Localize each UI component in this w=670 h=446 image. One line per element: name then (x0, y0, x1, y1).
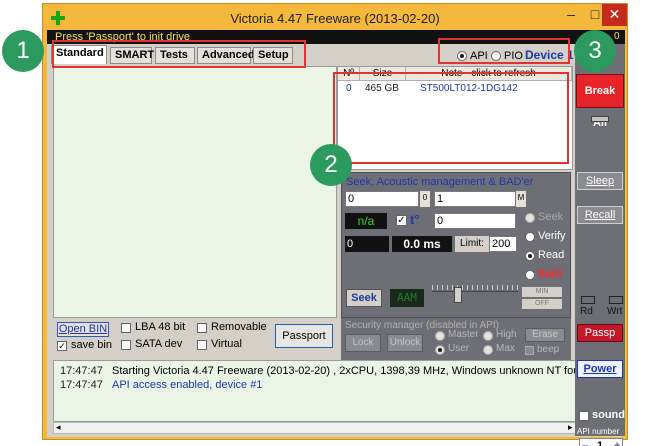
write-indicator (609, 296, 623, 304)
callout-badge-3: 3 (574, 30, 616, 72)
passport-button[interactable]: Passport (275, 324, 333, 348)
temperature-label: t° (410, 212, 420, 227)
beep-checkbox[interactable] (525, 346, 534, 355)
read-indicator (581, 296, 595, 304)
unlock-button[interactable]: Unlock (387, 334, 423, 352)
highlight-tabs-box (52, 40, 306, 68)
activity-indicator (591, 116, 609, 122)
aam-min-button[interactable]: MIN (522, 287, 562, 297)
seek-button[interactable]: Seek (346, 289, 382, 307)
highlight-drive-box (333, 72, 569, 164)
seek-value-input[interactable]: 0 (434, 213, 516, 229)
window-title: Victoria 4.47 Freeware (2013-02-20) (230, 11, 440, 26)
seek-from-zero-button[interactable]: 0 (420, 191, 430, 207)
aam-slider-track[interactable] (432, 291, 518, 299)
passp-button[interactable]: Passp (577, 324, 623, 342)
aam-slider-thumb[interactable] (454, 287, 462, 303)
lba-display: 0 (345, 236, 389, 252)
mode-seek-label: Seek (538, 211, 564, 223)
aam-slider-ticks (432, 285, 518, 290)
master-radio[interactable] (435, 331, 445, 341)
api-number-decrement[interactable]: – (582, 439, 588, 446)
log-panel[interactable]: 17:47:47 Starting Victoria 4.47 Freeware… (53, 360, 595, 422)
sleep-button[interactable]: Sleep (577, 172, 623, 190)
sata-dev-checkbox[interactable] (121, 340, 131, 350)
lba48-checkbox[interactable] (121, 323, 131, 333)
mode-verify-label: Verify (538, 230, 566, 242)
api-number-label: API number (577, 427, 620, 436)
callout-badge-2: 2 (310, 144, 352, 186)
log-horizontal-scrollbar[interactable]: ◂ ▸ (53, 422, 579, 434)
mode-verify-radio[interactable] (525, 232, 535, 242)
highlight-device-box (438, 38, 570, 64)
virtual-label: Virtual (211, 338, 242, 350)
seek-group: Seek, Acoustic management & BAD'er 0 0 1… (341, 172, 571, 318)
max-label: Max (496, 343, 515, 354)
open-bin-button[interactable]: Open BIN (57, 322, 109, 337)
mode-bad-radio[interactable] (525, 270, 535, 280)
log-time: 17:47:47 (60, 365, 103, 377)
user-radio[interactable] (435, 345, 445, 355)
scroll-left-arrow-icon[interactable]: ◂ (56, 422, 61, 433)
log-message: Starting Victoria 4.47 Freeware (2013-02… (112, 365, 595, 377)
aam-display: AAM (390, 289, 424, 307)
lock-button[interactable]: Lock (345, 334, 381, 352)
right-control-panel: Break All Sleep Recall Rd Wrt Passp Powe… (575, 44, 625, 446)
power-button[interactable]: Power (577, 360, 623, 378)
lba48-label: LBA 48 bit (135, 321, 186, 333)
api-number-value[interactable]: 1 (597, 439, 603, 446)
seek-to-max-button[interactable]: M (516, 191, 526, 207)
temperature-checkbox[interactable]: ✓ (396, 215, 407, 226)
user-label: User (448, 343, 470, 354)
recall-button[interactable]: Recall (577, 206, 623, 224)
security-manager-group: Security manager (disabled in API) Lock … (341, 318, 571, 360)
write-label: Wrt (607, 306, 623, 317)
log-message: API access enabled, device #1 (112, 379, 263, 391)
seek-group-title: Seek, Acoustic management & BAD'er (346, 176, 534, 188)
mode-read-radio[interactable] (525, 251, 535, 261)
save-bin-label: save bin (71, 339, 112, 351)
master-label: Master (448, 329, 479, 340)
seek-from-input[interactable]: 0 (345, 191, 419, 207)
beep-label: beep (537, 344, 560, 355)
drive-map-area (53, 66, 337, 318)
aam-off-button[interactable]: OFF (522, 299, 562, 309)
status-right-value: 0 (614, 31, 620, 42)
limit-label: Limit: (455, 236, 489, 252)
mode-bad-label: Bad! (538, 268, 563, 280)
mode-read-label: Read (538, 249, 565, 261)
sata-dev-label: SATA dev (135, 338, 183, 350)
erase-button[interactable]: Erase (525, 328, 565, 342)
callout-badge-1: 1 (2, 30, 44, 72)
removable-label: Removable (211, 321, 267, 333)
limit-input[interactable]: 200 (489, 236, 517, 252)
api-number-stepper[interactable]: – 1 + (579, 438, 623, 446)
break-all-button[interactable]: Break All (576, 74, 624, 129)
sound-checkbox[interactable] (579, 411, 589, 421)
access-time-display: 0.0 ms (392, 236, 452, 252)
temperature-display: n/a (345, 213, 387, 229)
sound-label: sound (592, 409, 625, 421)
high-label: High (496, 329, 517, 340)
virtual-checkbox[interactable] (197, 340, 207, 350)
close-button[interactable]: ✕ (602, 4, 627, 26)
title-bar[interactable]: Victoria 4.47 Freeware (2013-02-20) – □ … (43, 4, 627, 32)
scroll-right-arrow-icon[interactable]: ▸ (568, 422, 573, 433)
mode-seek-radio[interactable] (525, 213, 535, 223)
api-number-increment[interactable]: + (614, 439, 620, 446)
seek-to-input[interactable]: 1 (434, 191, 516, 207)
log-time: 17:47:47 (60, 379, 103, 391)
removable-checkbox[interactable] (197, 323, 207, 333)
read-label: Rd (580, 306, 593, 317)
max-radio[interactable] (483, 345, 493, 355)
app-window: Victoria 4.47 Freeware (2013-02-20) – □ … (42, 3, 628, 446)
high-radio[interactable] (483, 331, 493, 341)
save-bin-checkbox[interactable]: ✓ (57, 341, 67, 351)
minimize-button[interactable]: – (558, 4, 584, 26)
